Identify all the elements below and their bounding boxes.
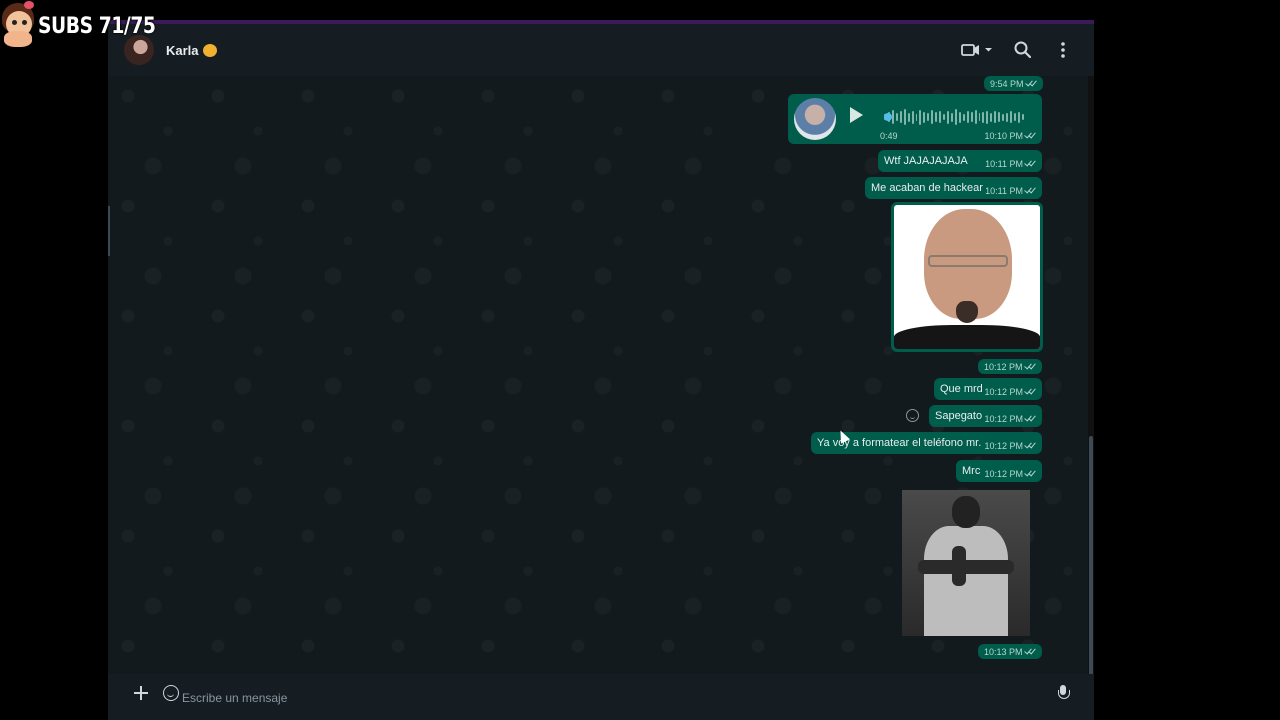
message-bubble[interactable]: Sapegato 10:12 PM [929,405,1042,427]
image-message[interactable] [902,490,1030,636]
attach-plus-icon[interactable] [134,686,148,700]
message-bubble[interactable]: Que mrd 10:12 PM [934,378,1042,400]
microphone-icon[interactable] [1056,685,1070,703]
voice-sender-avatar [794,98,836,140]
read-receipt-icon [1025,160,1036,167]
subs-counter: SUBS 71/75 [38,13,156,39]
message-composer [108,674,1094,720]
message-time: 10:10 PM [984,131,1023,141]
message-time: 10:12 PM [984,362,1023,372]
message-bubble[interactable]: Wtf JAJAJAJAJA 10:11 PM [878,150,1042,172]
message-text: Que mrd [940,383,983,395]
cat-face-icon [202,43,217,57]
playback-scrubber[interactable] [884,113,892,121]
play-icon[interactable] [850,107,863,123]
whatsapp-window: Karla 9:54 PM 0:49 10:10 PM Wtf JAJAJAJA… [108,20,1094,720]
message-time: 10:12 PM [984,387,1023,397]
scroll-indicator [108,206,110,256]
scrollbar[interactable] [1088,76,1094,720]
message-time: 10:12 PM [984,469,1023,479]
voice-duration: 0:49 [880,131,898,141]
message-text: Mrc [962,465,981,477]
message-time: 9:54 PM [990,79,1024,89]
search-button[interactable] [1012,39,1034,61]
header-actions [960,24,1074,76]
message-time: 10:13 PM [984,647,1023,657]
read-receipt-icon [1025,415,1036,422]
message-list[interactable]: 9:54 PM 0:49 10:10 PM Wtf JAJAJAJAJA 10:… [108,76,1088,674]
search-icon [1014,41,1032,59]
video-call-button[interactable] [960,39,994,61]
emoji-sticker-icon[interactable] [163,685,179,701]
message-text: Me acaban de hackear [871,182,983,194]
menu-button[interactable] [1052,39,1074,61]
voice-message[interactable]: 0:49 10:10 PM [788,94,1042,144]
read-receipt-icon [1025,388,1036,395]
chat-header[interactable]: Karla [108,24,1094,76]
message-time: 10:11 PM [985,186,1023,196]
message-timestamp-bubble: 10:12 PM [978,359,1042,374]
read-receipt-icon [1025,363,1036,370]
image-message[interactable] [891,202,1043,352]
stream-overlay: SUBS 71/75 [0,0,176,56]
video-camera-icon [961,44,992,56]
read-receipt-icon [1025,442,1036,449]
message-time: 10:12 PM [984,414,1023,424]
kebab-menu-icon [1061,42,1065,58]
message-text: Sapegato [935,410,983,422]
streamer-mascot-icon [0,1,40,55]
message-timestamp-bubble: 9:54 PM [984,76,1043,91]
message-input[interactable] [182,684,1042,712]
message-bubble[interactable]: Mrc 10:12 PM [956,460,1042,482]
message-bubble[interactable]: Me acaban de hackear 10:11 PM [865,177,1042,199]
message-time: 10:11 PM [985,159,1023,169]
waveform[interactable] [884,108,1024,126]
message-timestamp-bubble: 10:13 PM [978,644,1042,659]
message-time: 10:12 PM [984,441,1023,451]
photo-man-gesture[interactable] [902,490,1030,636]
emoji-reaction-icon[interactable] [906,409,919,422]
read-receipt-icon [1025,470,1036,477]
read-receipt-icon [1026,80,1037,87]
photo-bald-man[interactable] [894,205,1040,349]
message-text: Wtf JAJAJAJAJA [884,155,968,167]
read-receipt-icon [1025,187,1036,194]
read-receipt-icon [1025,132,1036,139]
read-receipt-icon [1025,648,1036,655]
